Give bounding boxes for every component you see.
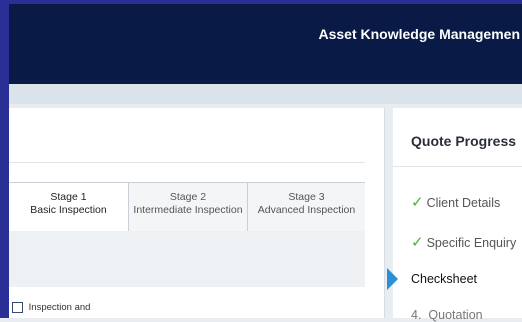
progress-step-specific-enquiry[interactable]: ✓ Specific Enquiry	[411, 233, 516, 251]
step-label: Checksheet	[411, 272, 478, 286]
stage-content-area	[9, 231, 365, 287]
step-number: 4.	[411, 308, 422, 322]
tab-stage-2[interactable]: Stage 2 Intermediate Inspection	[129, 183, 247, 231]
stage-2-title: Stage 2	[169, 191, 207, 203]
quote-progress-divider	[393, 166, 522, 167]
step-label: Quotation	[428, 308, 483, 322]
app-title: Asset Knowledge Managemen	[318, 26, 521, 42]
window-frame-top	[0, 0, 522, 4]
stage-3-subtitle: Advanced Inspection	[257, 204, 356, 216]
step-label: Specific Enquiry	[426, 236, 517, 250]
quote-progress-title: Quote Progress	[411, 133, 517, 149]
tab-stage-1[interactable]: Stage 1 Basic Inspection	[9, 183, 128, 231]
stage-1-subtitle: Basic Inspection	[30, 204, 107, 216]
window-frame-left	[0, 0, 9, 318]
progress-step-client-details[interactable]: ✓ Client Details	[411, 193, 500, 211]
inspection-option-label: Inspection and	[28, 302, 91, 313]
checkmark-icon: ✓	[411, 194, 424, 211]
progress-step-checksheet[interactable]: Checksheet	[411, 272, 477, 286]
stage-1-title: Stage 1	[50, 191, 87, 203]
stage-2-subtitle: Intermediate Inspection	[133, 204, 243, 216]
main-panel-divider	[9, 162, 365, 163]
current-step-arrow-icon	[387, 268, 398, 290]
checkmark-icon: ✓	[411, 234, 424, 251]
tab-stage-3[interactable]: Stage 3 Advanced Inspection	[248, 183, 365, 231]
step-label: Client Details	[426, 196, 501, 210]
inspection-checkbox[interactable]	[12, 302, 23, 313]
stage-tabs: Stage 1 Basic Inspection Stage 2 Interme…	[9, 182, 365, 232]
inspection-option-row: Inspection and	[12, 302, 90, 316]
app-header: Asset Knowledge Managemen	[9, 4, 522, 84]
stage-3-title: Stage 3	[288, 191, 325, 203]
sub-toolbar	[9, 84, 522, 104]
progress-step-quotation[interactable]: 4. Quotation	[411, 308, 483, 322]
